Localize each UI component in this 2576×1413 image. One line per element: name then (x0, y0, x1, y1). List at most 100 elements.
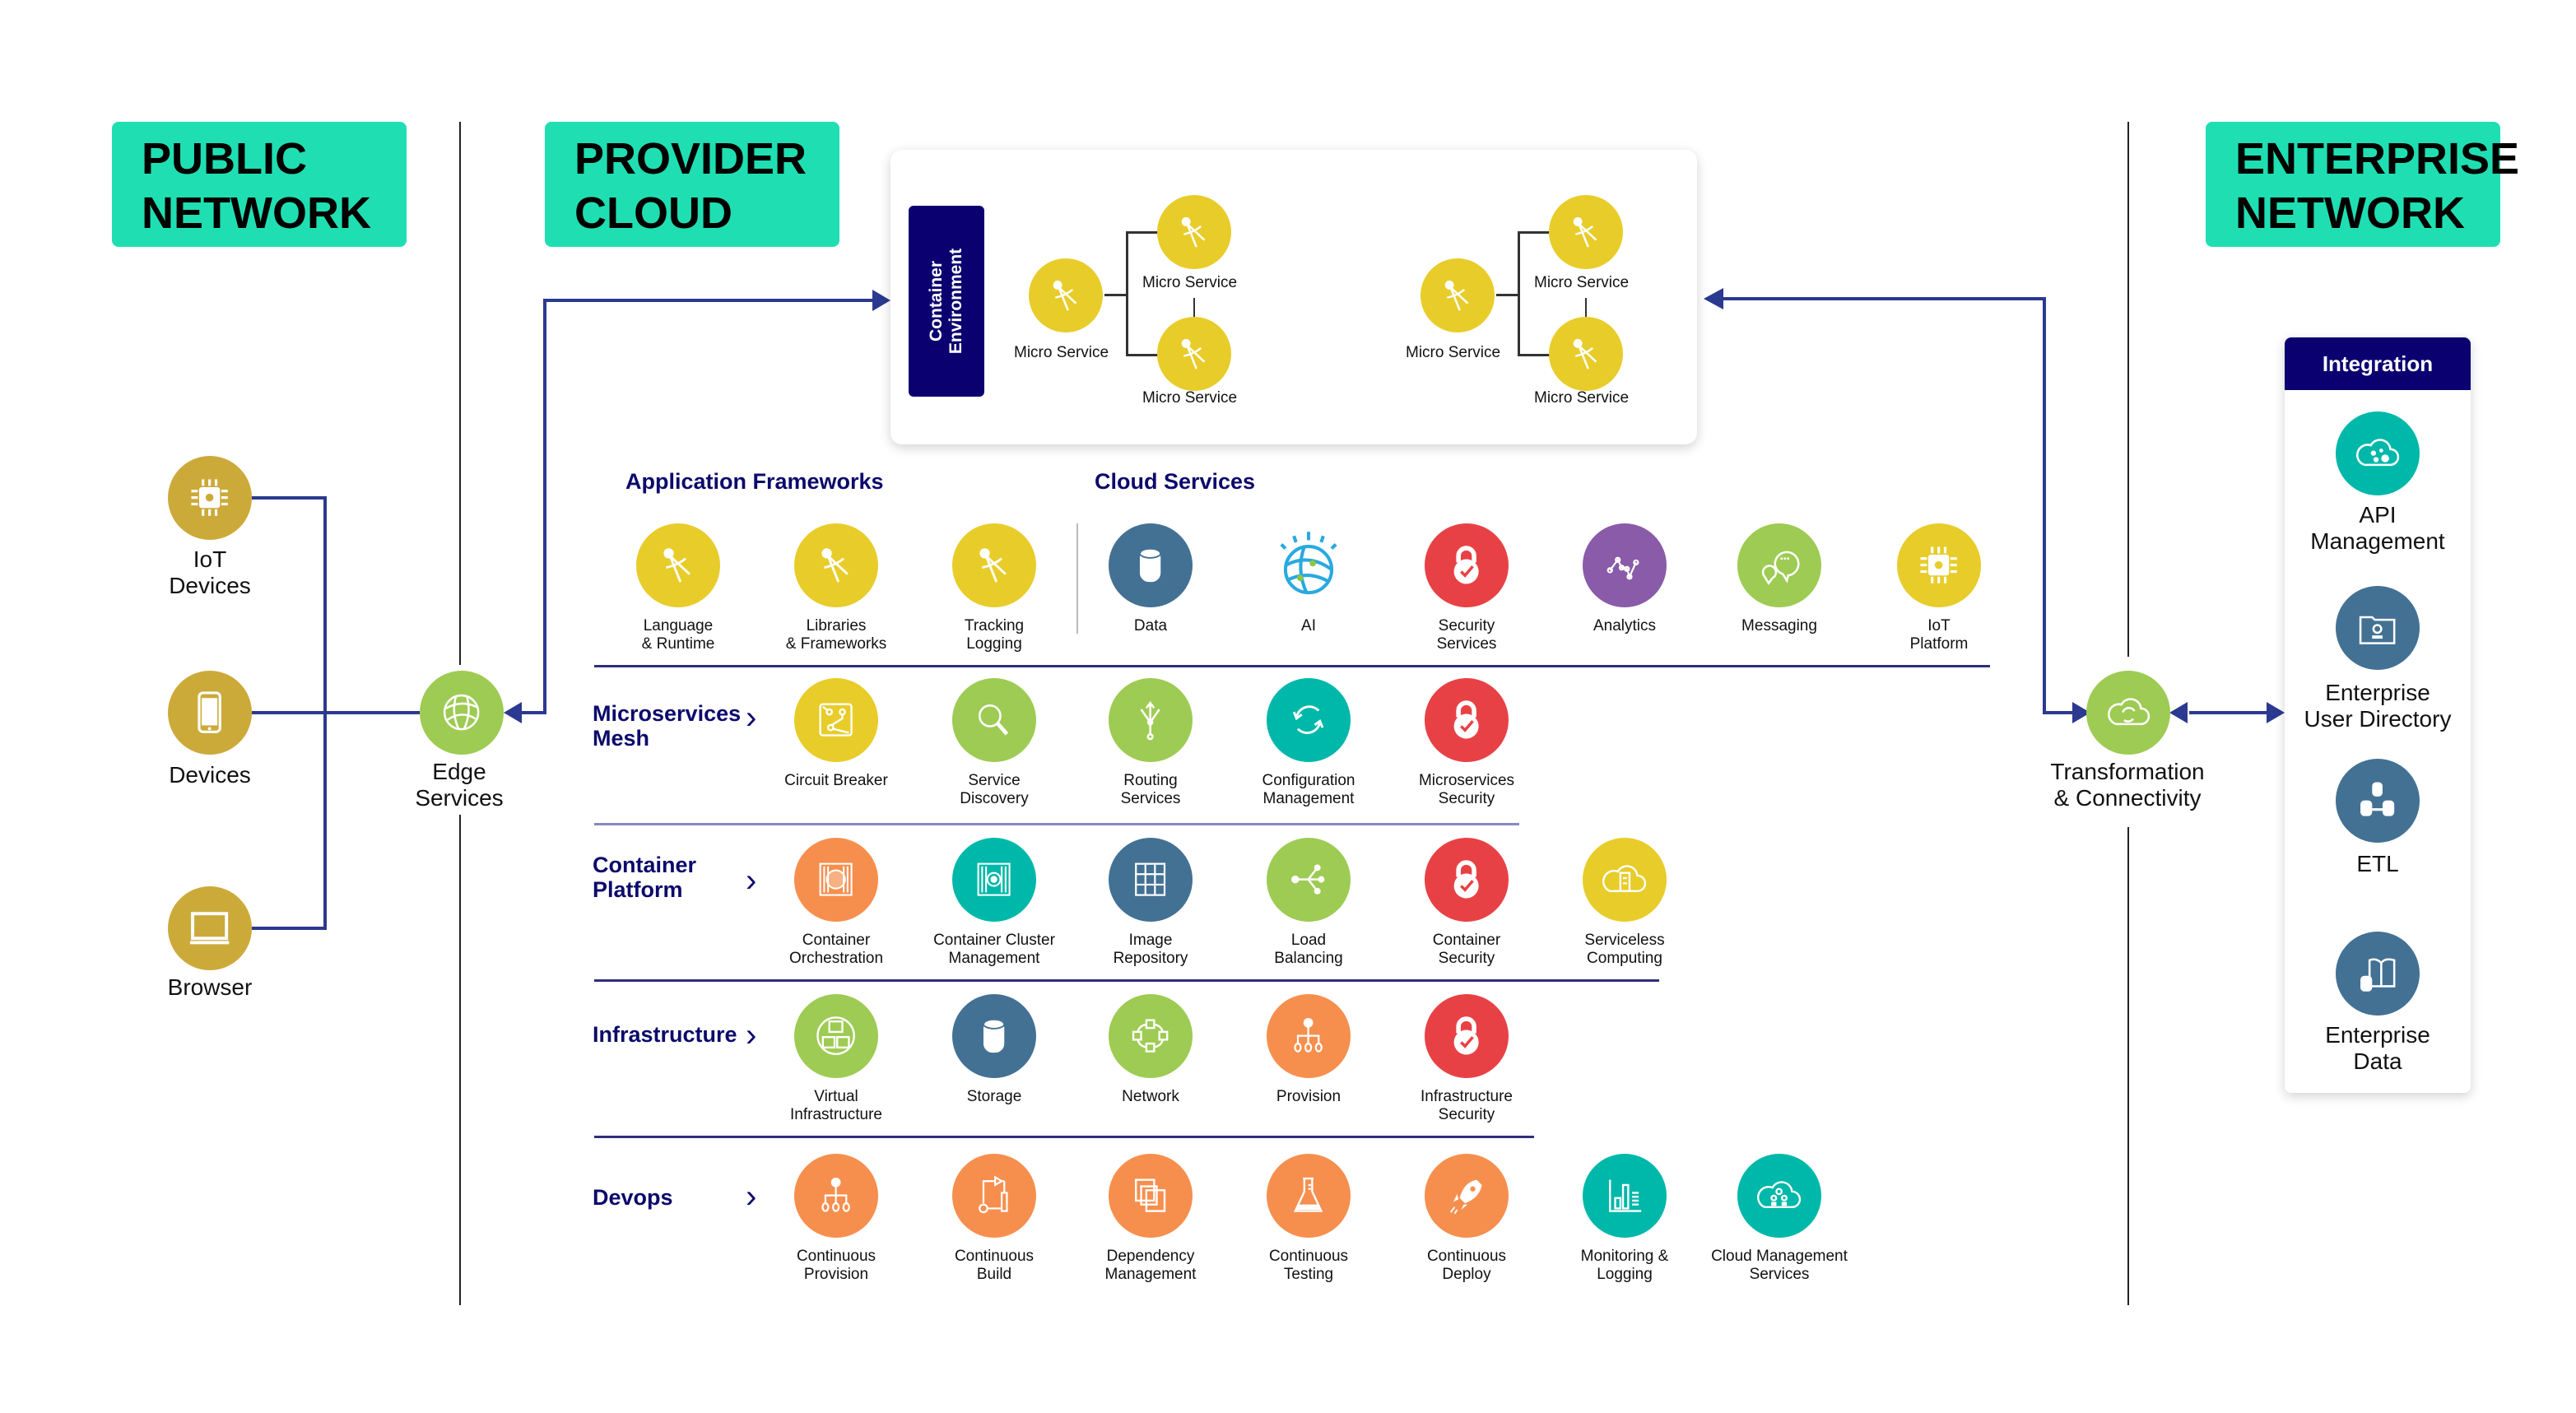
continuous-deploy-icon (1425, 1154, 1509, 1238)
data-icon (1109, 523, 1193, 607)
service-label: Container Security (1432, 932, 1501, 967)
analytics-icon (1583, 523, 1667, 607)
circuit-breaker-icon (794, 678, 878, 762)
service-label: Configuration Management (1262, 772, 1355, 807)
tree-connector (1126, 354, 1159, 356)
network-icon (1109, 994, 1193, 1078)
service-label: Security Services (1436, 617, 1497, 653)
service-label: Tracking Logging (964, 617, 1025, 653)
messaging-icon (1737, 523, 1821, 607)
tree-connector (1496, 294, 1519, 296)
arrow-head (2169, 702, 2188, 723)
service-discovery-icon (952, 678, 1036, 762)
dependency-management-icon (1109, 1154, 1193, 1238)
service-label: Load Balancing (1274, 932, 1343, 967)
row-separator (594, 1136, 1534, 1138)
service-label: Dependency Management (1104, 1248, 1197, 1283)
enterprise-data-label: Enterprise Data (2325, 1022, 2430, 1074)
app-frameworks-title: Application Frameworks (625, 469, 884, 494)
monitoring-logging-icon (1583, 1154, 1667, 1238)
cloud-management-icon (1737, 1154, 1821, 1238)
compass-icon (1421, 258, 1495, 332)
tree-connector (1126, 231, 1128, 356)
user-directory-label: Enterprise User Directory (2304, 680, 2452, 732)
api-management-label: API Management (2310, 502, 2445, 554)
row-separator (594, 665, 1990, 667)
continuous-build-icon (952, 1154, 1036, 1238)
libraries-frameworks-icon (794, 523, 878, 607)
micro-service-label: Micro Service (1014, 344, 1109, 361)
container-cluster-icon (952, 838, 1036, 922)
ai-globe-icon (1267, 523, 1351, 607)
service-label: Continuous Provision (796, 1248, 876, 1283)
tracking-logging-icon (952, 523, 1036, 607)
arrow-head (2267, 702, 2285, 723)
chevron-right-icon: › (746, 700, 757, 736)
browser-label: Browser (167, 974, 253, 1000)
service-label: Data (1133, 617, 1168, 634)
api-cloud-icon (2336, 411, 2420, 495)
configuration-management-icon (1267, 678, 1351, 762)
infrastructure-title: Infrastructure (593, 1022, 737, 1047)
row-separator (594, 823, 1519, 825)
chevron-right-icon: › (746, 1017, 757, 1053)
image-repository-icon (1109, 838, 1193, 922)
service-label: Container Orchestration (788, 932, 884, 967)
language-runtime-icon (636, 523, 720, 607)
service-label: Image Repository (1113, 932, 1188, 967)
service-label: Language & Runtime (641, 617, 715, 653)
continuous-testing-icon (1267, 1154, 1351, 1238)
virtual-infrastructure-icon (794, 994, 878, 1078)
security-services-icon (1425, 523, 1509, 607)
service-label: Messaging (1741, 617, 1817, 634)
compass-icon (1029, 258, 1103, 332)
tree-connector (1518, 354, 1551, 356)
container-environment-title: Container Environment (927, 248, 966, 355)
service-label: Routing Services (1120, 772, 1181, 807)
tree-connector (1126, 231, 1159, 234)
service-label: Storage (966, 1088, 1022, 1105)
service-label: Service Discovery (960, 772, 1029, 807)
chevron-right-icon: › (746, 1178, 757, 1215)
user-directory-icon (2336, 586, 2420, 670)
smartphone-icon (168, 671, 252, 755)
micro-service-label: Micro Service (1534, 389, 1630, 407)
cloud-sync-icon (2086, 671, 2170, 755)
compass-icon (1157, 195, 1231, 269)
serverless-computing-icon (1583, 838, 1667, 922)
cloud-services-title: Cloud Services (1095, 469, 1256, 494)
arrow-head (504, 702, 522, 723)
service-label: Microservices Security (1418, 772, 1515, 807)
provision-icon (1267, 994, 1351, 1078)
container-environment-label-box: Container Environment (909, 206, 984, 397)
service-label: Analytics (1593, 617, 1657, 634)
storage-icon (952, 994, 1036, 1078)
iot-devices-label: IoT Devices (169, 546, 251, 598)
service-label: Circuit Breaker (784, 772, 888, 789)
micro-service-label: Micro Service (1142, 389, 1238, 407)
service-label: Continuous Build (954, 1248, 1035, 1283)
container-orchestration-icon (794, 838, 878, 922)
micro-service-label: Micro Service (1142, 274, 1238, 291)
service-label: Monitoring & Logging (1580, 1248, 1669, 1283)
microservices-security-icon (1425, 678, 1509, 762)
transformation-label: Transformation & Connectivity (2050, 759, 2205, 811)
service-label: Network (1122, 1088, 1179, 1105)
arrow-head (872, 290, 890, 311)
tree-connector (1518, 231, 1551, 234)
micro-service-label: Micro Service (1534, 274, 1630, 291)
compass-icon (1549, 195, 1623, 269)
service-label: Continuous Deploy (1426, 1248, 1507, 1283)
service-label: IoT Platform (1909, 617, 1969, 653)
container-platform-title: Container Platform (593, 853, 697, 902)
row-separator (594, 979, 1659, 982)
continuous-provision-icon (794, 1154, 878, 1238)
compass-icon (1157, 317, 1231, 391)
service-label: Continuous Testing (1268, 1248, 1349, 1283)
tree-connector (1104, 294, 1128, 296)
service-label: Serviceless Computing (1584, 932, 1665, 967)
arrow-head (1704, 288, 1723, 309)
mesh-title: Microservices Mesh (593, 701, 742, 751)
etl-label: ETL (2356, 851, 2399, 876)
integration-title: Integration (2285, 337, 2471, 390)
